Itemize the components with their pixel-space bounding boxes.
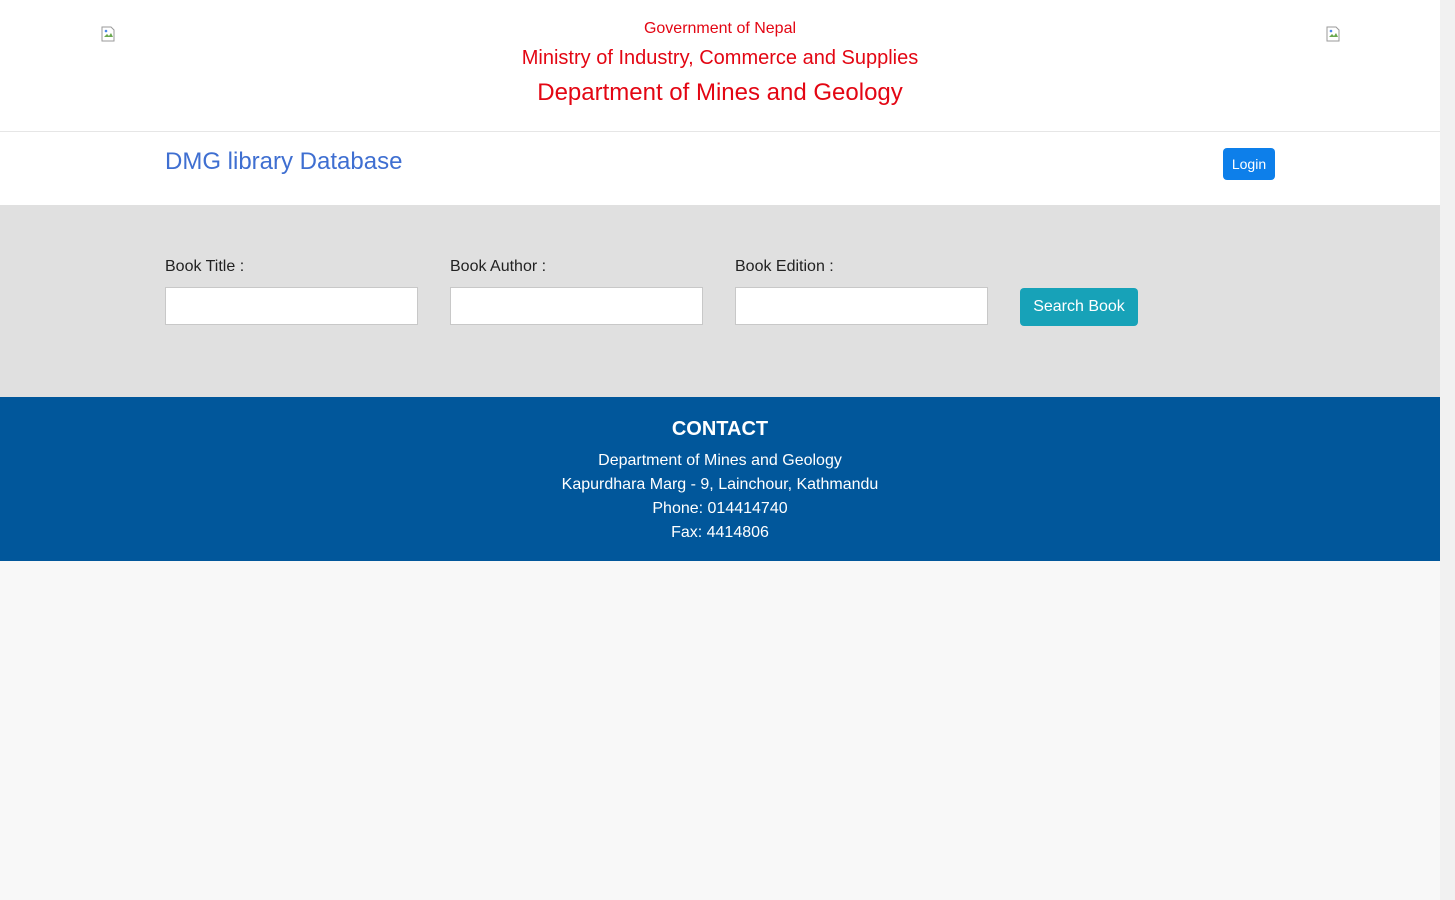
department-title: Department of Mines and Geology <box>537 79 903 106</box>
book-edition-input[interactable] <box>735 287 988 325</box>
navbar: DMG library Database Login <box>0 132 1440 205</box>
search-book-button[interactable]: Search Book <box>1020 288 1138 326</box>
contact-phone: Phone: 014414740 <box>652 500 788 517</box>
book-title-label: Book Title : <box>165 258 245 275</box>
book-author-label: Book Author : <box>450 258 547 275</box>
contact-fax: Fax: 4414806 <box>671 524 769 541</box>
contact-footer: CONTACT Department of Mines and Geology … <box>0 397 1440 561</box>
search-form: Book Title : Book Author : Book Edition … <box>0 205 1440 397</box>
book-author-input[interactable] <box>450 287 703 325</box>
login-button[interactable]: Login <box>1223 148 1275 180</box>
contact-organization: Department of Mines and Geology <box>598 452 842 469</box>
government-title: Government of Nepal <box>643 20 797 37</box>
book-title-input[interactable] <box>165 287 418 325</box>
contact-address: Kapurdhara Marg - 9, Lainchour, Kathmand… <box>561 476 879 493</box>
book-edition-label: Book Edition : <box>735 258 834 275</box>
page: Government of Nepal Ministry of Industry… <box>0 0 1440 561</box>
brand-link[interactable]: DMG library Database <box>165 148 402 176</box>
contact-heading: CONTACT <box>671 418 769 440</box>
scrollbar[interactable] <box>1440 0 1455 900</box>
ministry-title: Ministry of Industry, Commerce and Suppl… <box>521 47 919 69</box>
broken-image-icon <box>1325 26 1341 42</box>
government-header: Government of Nepal Ministry of Industry… <box>0 0 1440 132</box>
